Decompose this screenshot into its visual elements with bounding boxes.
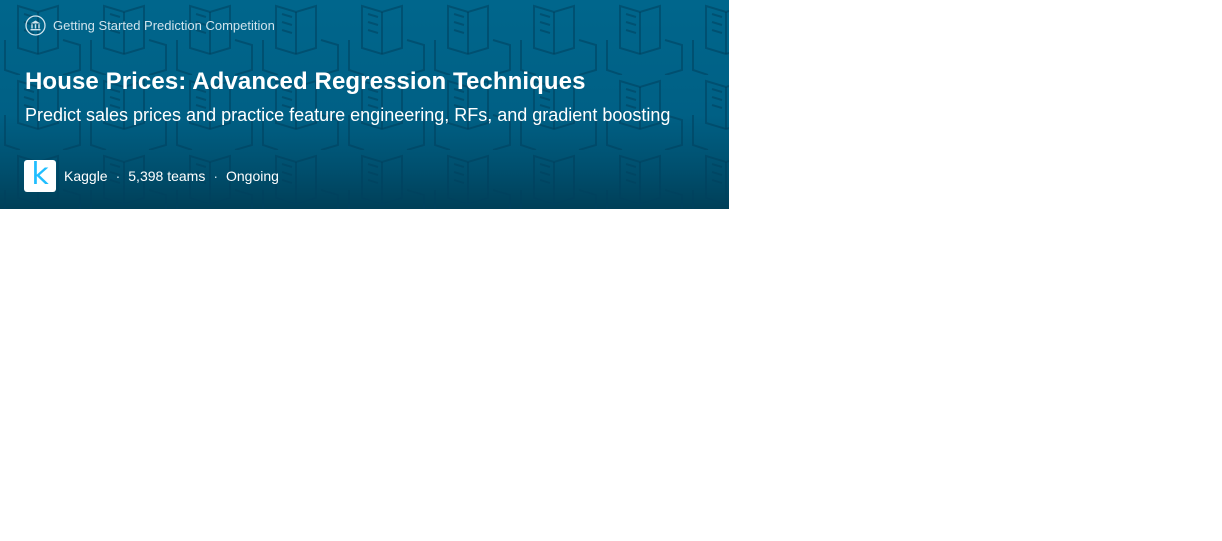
competition-meta: k Kaggle · 5,398 teams · Ongoing <box>24 160 279 192</box>
competition-header-banner: Getting Started Prediction Competition H… <box>0 0 729 209</box>
kaggle-logo-letter: k <box>31 157 49 192</box>
meta-separator: · <box>115 168 121 184</box>
competition-category-label: Getting Started Prediction Competition <box>53 17 275 33</box>
kaggle-logo-icon[interactable]: k <box>24 160 56 192</box>
institution-icon <box>25 14 46 36</box>
competition-title: House Prices: Advanced Regression Techni… <box>25 68 586 95</box>
competition-subtitle: Predict sales prices and practice featur… <box>25 105 671 125</box>
competition-status: Ongoing <box>226 168 279 184</box>
meta-separator: · <box>213 168 218 184</box>
competition-category[interactable]: Getting Started Prediction Competition <box>25 14 275 36</box>
host-name[interactable]: Kaggle <box>64 168 108 184</box>
teams-count: 5,398 teams <box>128 168 206 184</box>
